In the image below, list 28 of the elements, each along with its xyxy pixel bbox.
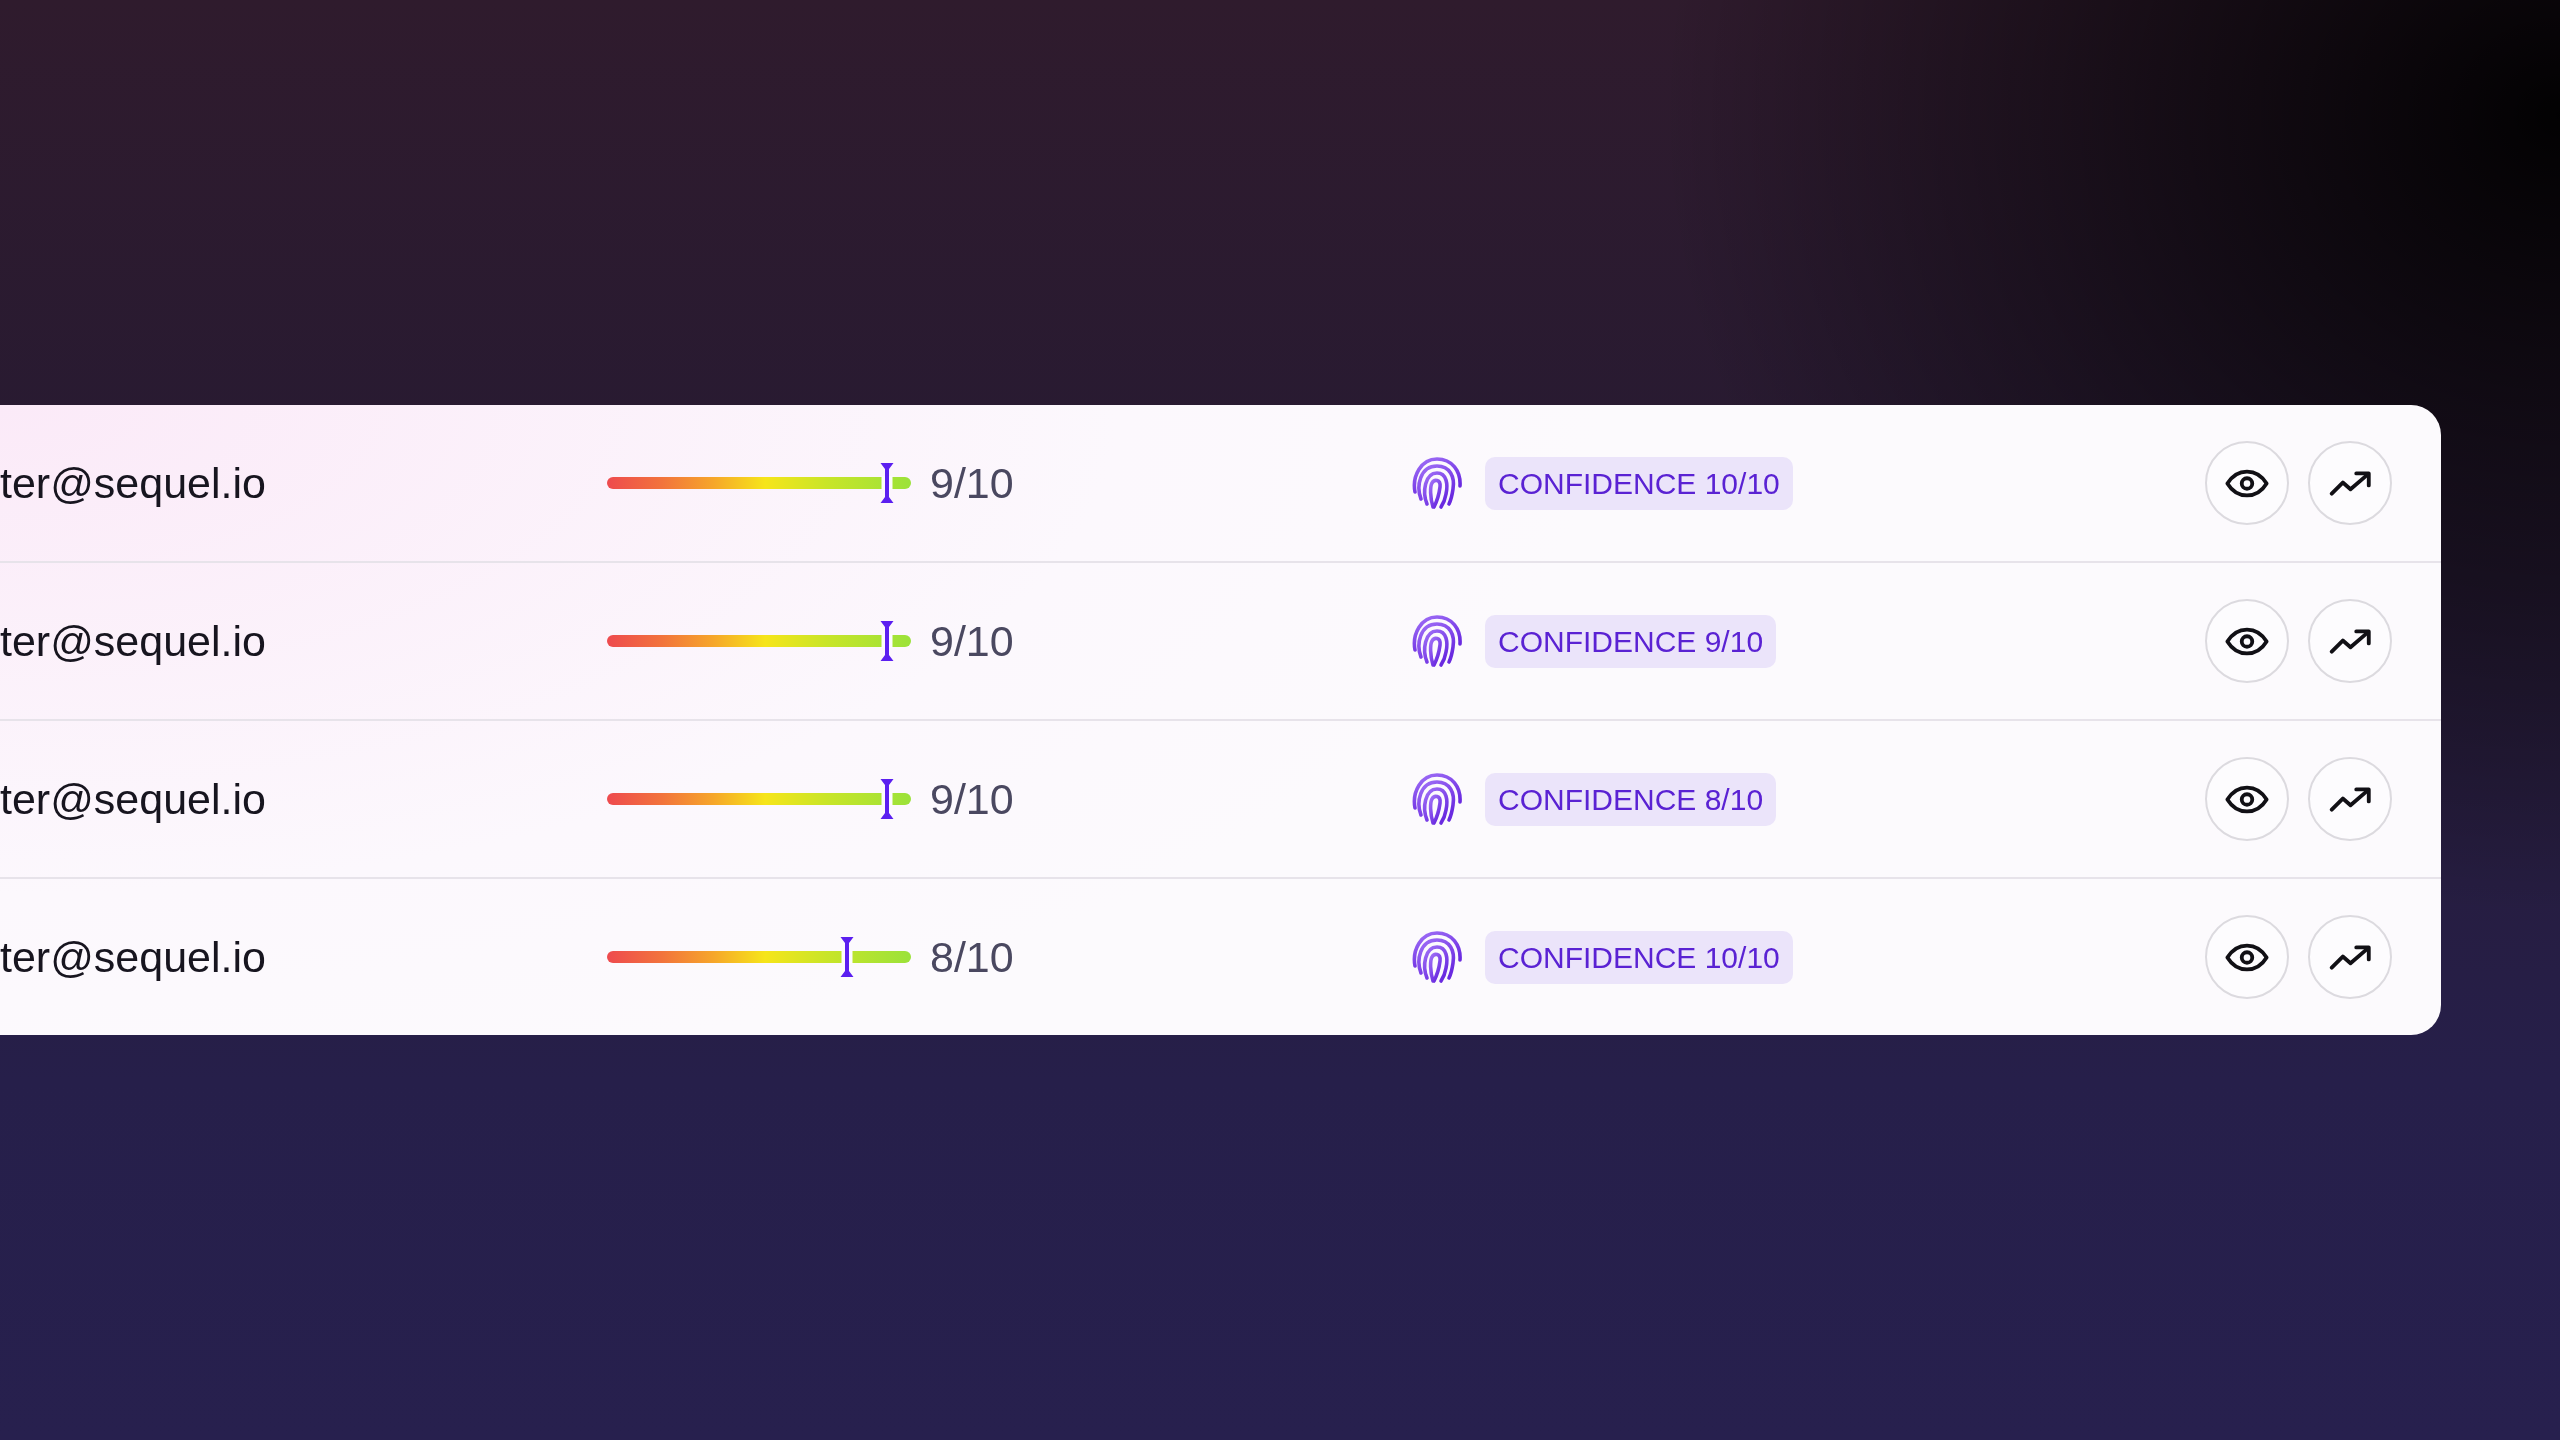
slider-handle[interactable] <box>840 937 855 977</box>
trend-arrow-icon <box>2328 470 2372 496</box>
confidence-badge: CONFIDENCE 10/10 <box>1485 930 1793 984</box>
fingerprint-icon <box>1411 772 1463 826</box>
confidence-badge: CONFIDENCE 10/10 <box>1485 456 1793 510</box>
fingerprint-icon <box>1411 614 1463 668</box>
trend-arrow-icon <box>2328 944 2372 970</box>
slider-handle[interactable] <box>879 463 894 503</box>
eye-icon <box>2225 784 2269 814</box>
email-text: ter@sequel.io <box>0 774 266 824</box>
score-value: 9/10 <box>930 458 1014 508</box>
confidence-badge: CONFIDENCE 8/10 <box>1485 772 1777 826</box>
score-value: 9/10 <box>930 616 1014 666</box>
slider-handle[interactable] <box>879 621 894 661</box>
eye-icon <box>2225 626 2269 656</box>
email-text: ter@sequel.io <box>0 458 266 508</box>
eye-icon <box>2225 942 2269 972</box>
fingerprint-icon <box>1411 930 1463 984</box>
email-text: ter@sequel.io <box>0 616 266 666</box>
email-text: ter@sequel.io <box>0 932 266 982</box>
trend-arrow-icon <box>2328 786 2372 812</box>
slider-handle[interactable] <box>879 779 894 819</box>
score-value: 8/10 <box>930 932 1014 982</box>
score-value: 9/10 <box>930 774 1014 824</box>
trend-arrow-icon <box>2328 628 2372 654</box>
fingerprint-icon <box>1411 456 1463 510</box>
eye-icon <box>2225 468 2269 498</box>
confidence-badge: CONFIDENCE 9/10 <box>1485 614 1777 668</box>
